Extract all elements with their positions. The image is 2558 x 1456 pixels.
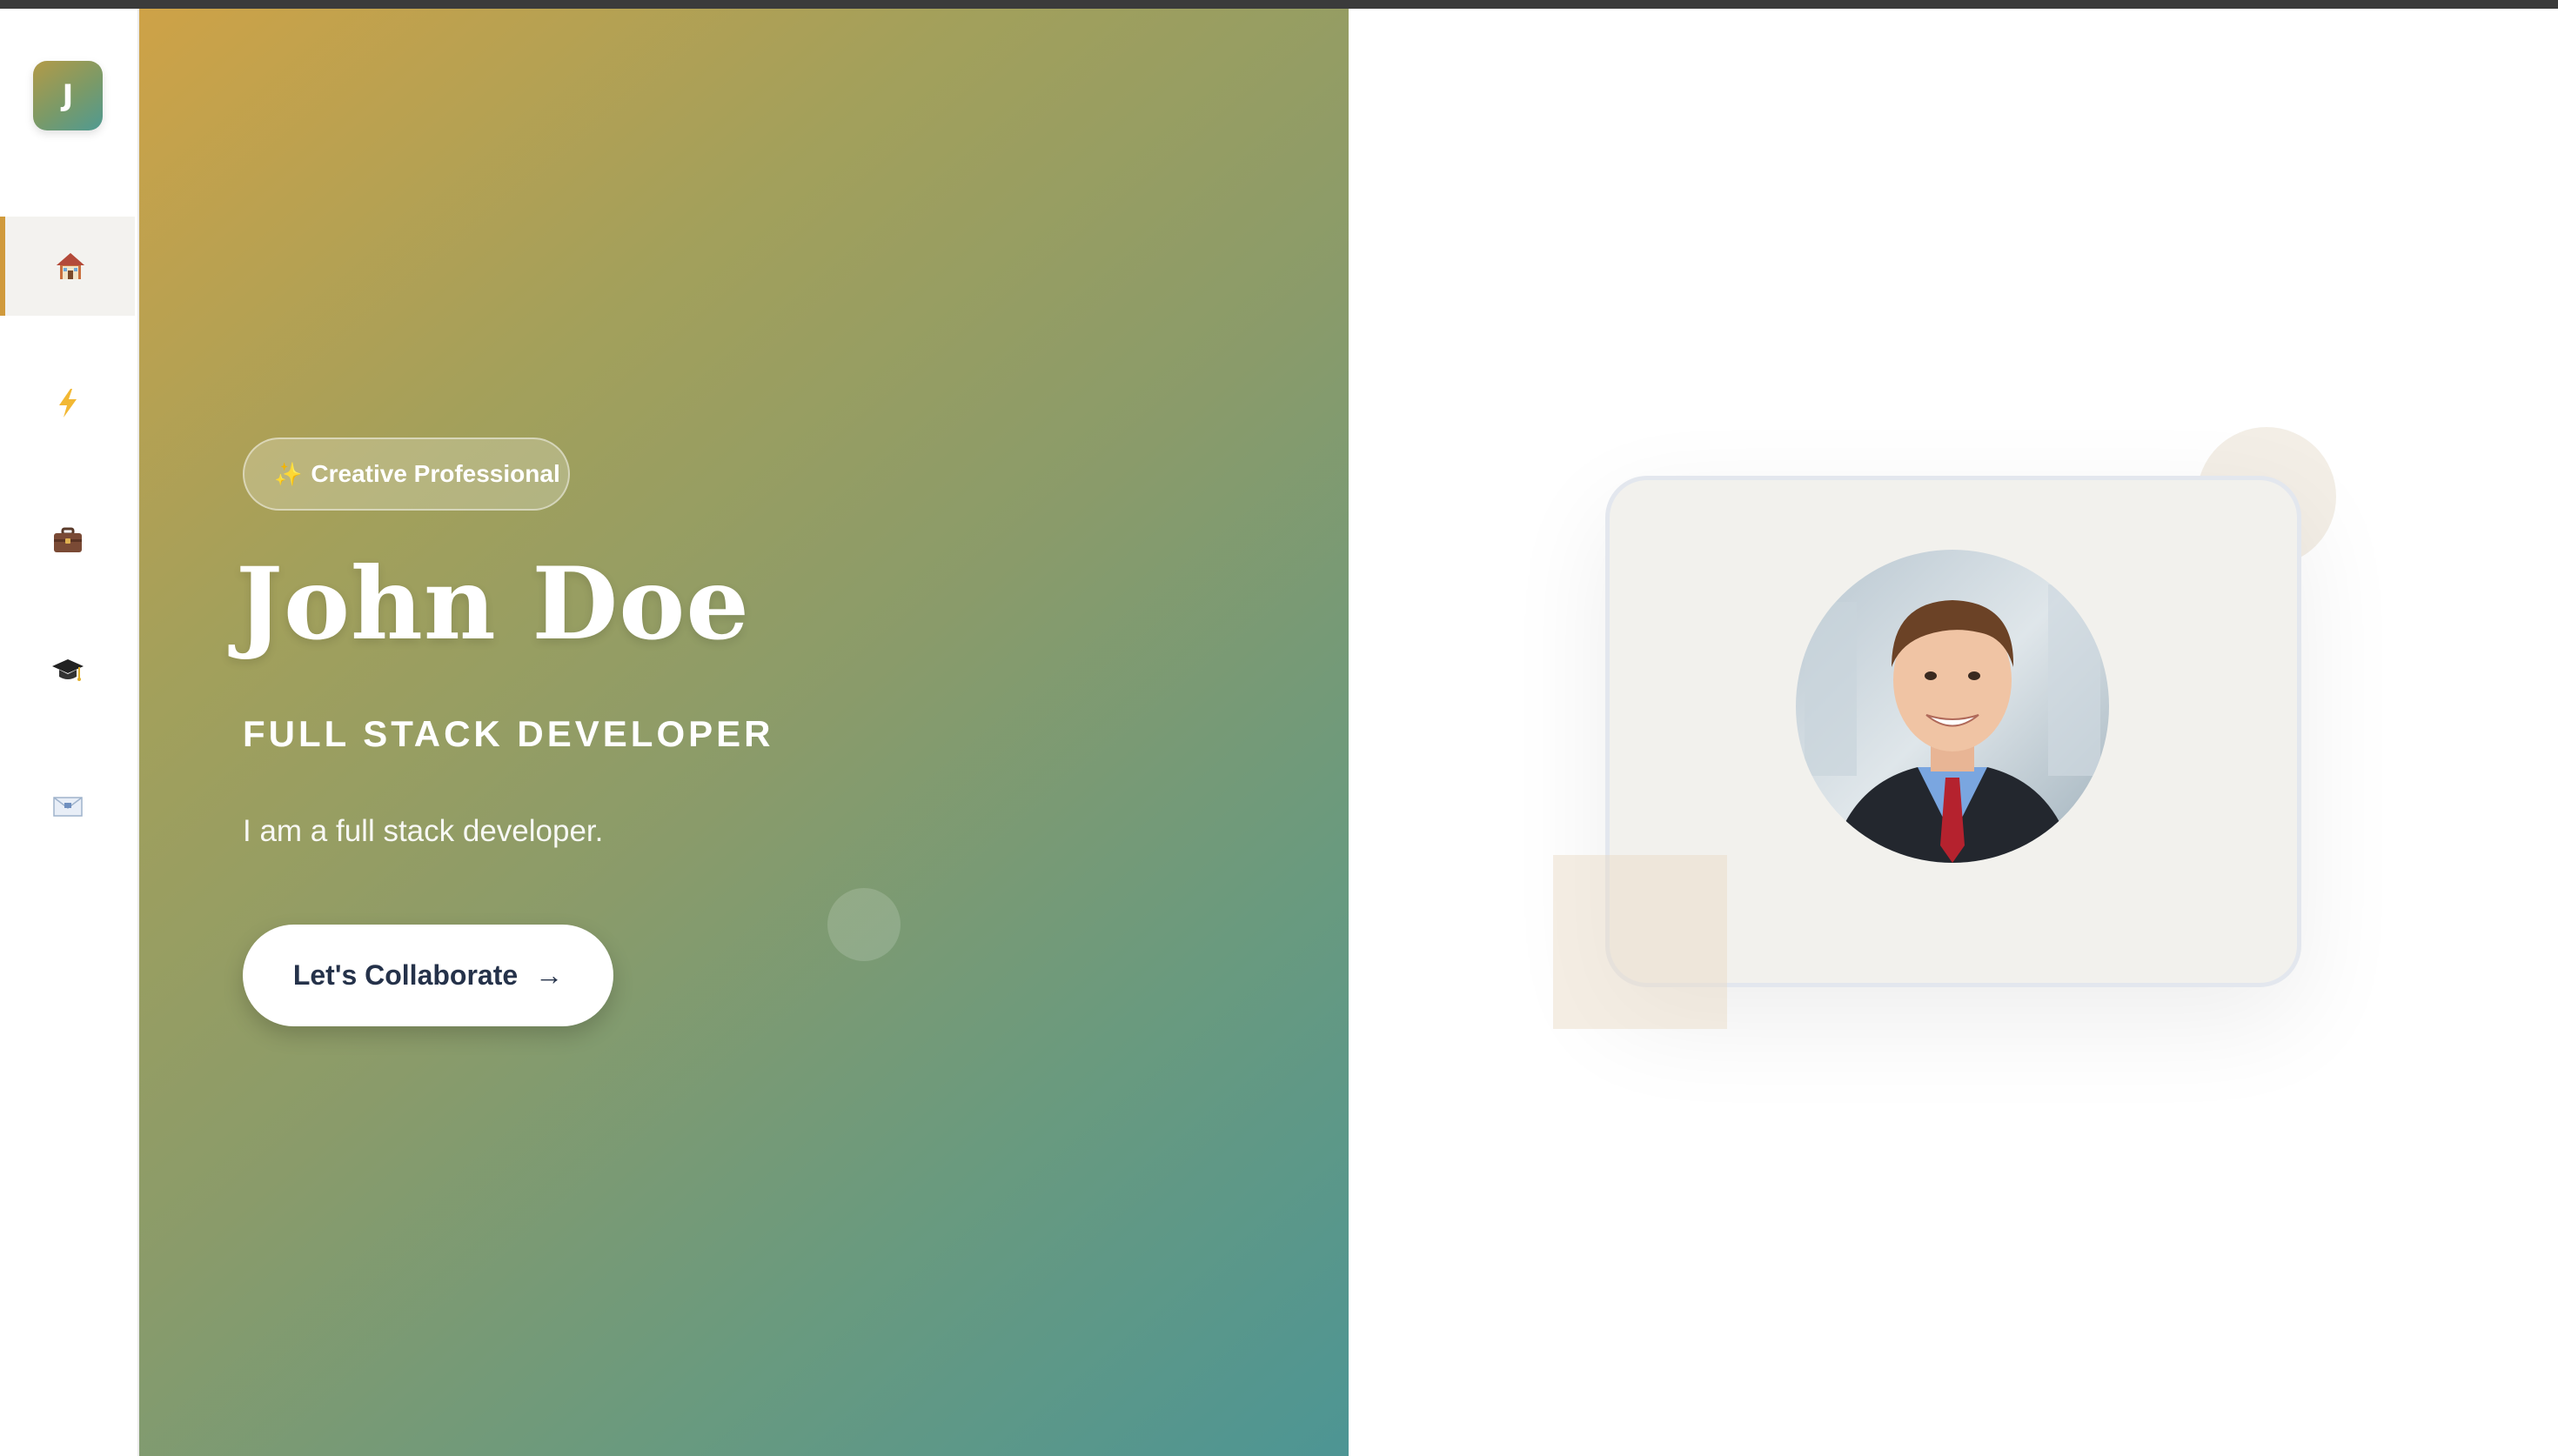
lightning-icon — [58, 389, 77, 417]
logo-letter: J — [62, 78, 74, 113]
hero-role: FULL STACK DEVELOPER — [243, 713, 774, 754]
envelope-icon — [52, 797, 83, 817]
logo[interactable]: J — [33, 61, 103, 130]
nav-item-education[interactable] — [0, 620, 135, 719]
home-icon — [56, 253, 84, 279]
decorative-square — [1553, 855, 1727, 1029]
nav-item-home[interactable] — [0, 217, 135, 316]
graduation-cap-icon — [51, 659, 84, 681]
nav-item-skills[interactable] — [0, 353, 135, 452]
sidebar: J — [0, 9, 140, 1456]
badge-label: Creative Professional — [311, 460, 560, 487]
lets-collaborate-button[interactable]: Let's Collaborate → — [243, 925, 613, 1026]
briefcase-icon — [53, 527, 82, 552]
sparkles-icon: ✨ — [274, 460, 303, 487]
decorative-circle — [827, 888, 901, 961]
nav-item-experience[interactable] — [0, 490, 135, 589]
cta-label: Let's Collaborate — [292, 959, 519, 991]
browser-top-bar — [0, 0, 2558, 9]
hero-name: John Doe — [236, 545, 750, 662]
hero-section: ✨ Creative Professional John Doe FULL ST… — [139, 9, 1349, 1456]
nav-item-contact[interactable] — [0, 757, 135, 856]
profile-photo — [1796, 550, 2109, 863]
hero-bio: I am a full stack developer. — [243, 814, 604, 848]
creative-professional-badge: ✨ Creative Professional — [243, 437, 570, 511]
arrow-right-icon: → — [535, 959, 564, 991]
